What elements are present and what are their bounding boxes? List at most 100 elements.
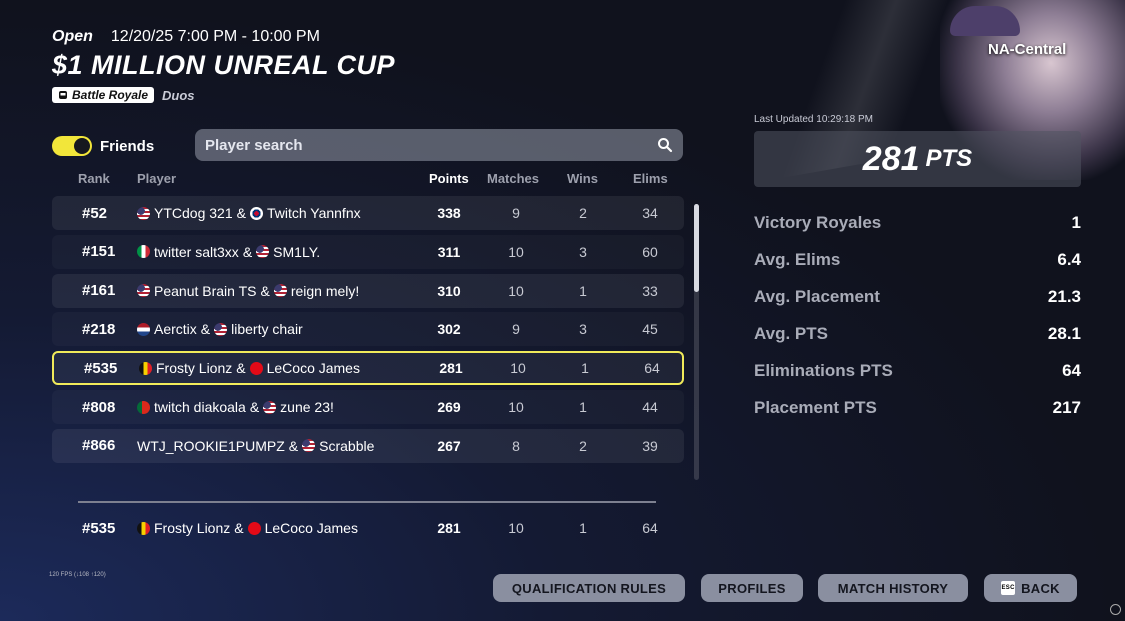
team-type: Duos [162, 87, 195, 103]
points-unit: PTS [925, 145, 973, 172]
player-2-name: liberty chair [231, 321, 303, 338]
last-updated: Last Updated 10:29:18 PM [754, 114, 873, 125]
friends-toggle[interactable] [52, 136, 92, 156]
netherlands-flag-icon [137, 322, 150, 336]
points: 310 [437, 282, 461, 299]
separator: & [242, 243, 253, 260]
elims: 60 [642, 243, 658, 260]
usa-flag-icon [137, 284, 150, 298]
separator: & [236, 205, 246, 221]
player-1-name: Peanut Brain TS [154, 282, 257, 299]
elims: 64 [642, 520, 658, 536]
player-1-name: YTCdog 321 [154, 205, 233, 221]
south-korea-flag-icon [249, 206, 263, 220]
table-row[interactable]: #52 YTCdog 321 & Twitch Yannfnx 338 9 2 34 [52, 196, 684, 230]
fps-counter: 120 FPS (↓108 ↑120) [49, 572, 106, 578]
profiles-button[interactable]: PROFILES [701, 574, 803, 602]
team-players: WTJ_ROOKIE1PUMPZ & Scrabble [137, 429, 374, 463]
friends-label: Friends [100, 137, 155, 155]
stat-label: Avg. Elims [754, 250, 841, 269]
separator: & [249, 399, 260, 415]
search-placeholder: Player search [205, 136, 303, 154]
table-row[interactable]: #808 twitch diakoala & zune 23! 269 10 1 44 [52, 390, 684, 424]
player-2-name: LeCoco James [264, 520, 358, 536]
player-1-name: twitter salt3xx [154, 243, 239, 260]
turkey-flag-icon [247, 521, 261, 535]
region-label: NA-Central [988, 41, 1067, 58]
separator: & [234, 520, 244, 536]
tournament-title: $1 MILLION UNREAL CUP [52, 50, 396, 80]
wins: 2 [579, 437, 587, 454]
avatar-cap [950, 6, 1020, 36]
usa-flag-icon [137, 206, 150, 220]
points: 269 [437, 399, 461, 415]
stat-value: 64 [1062, 361, 1081, 380]
mode-tag-label: Battle Royale [72, 88, 149, 102]
wins: 2 [579, 205, 587, 221]
stat-label: Victory Royales [754, 213, 882, 232]
bus-icon [59, 90, 67, 99]
stat-value: 1 [1071, 213, 1081, 232]
team-players: YTCdog 321 & Twitch Yannfnx [137, 196, 361, 230]
table-row[interactable]: #161 Peanut Brain TS & reign mely! 310 10 1 33 [52, 273, 684, 308]
scrollbar-thumb[interactable] [694, 204, 699, 292]
player-search-input[interactable]: Player search [195, 129, 683, 161]
rank: #161 [82, 282, 116, 300]
stat-placement-pts: Placement PTS 217 [754, 398, 1081, 418]
table-row[interactable]: #218 Aerctix & liberty chair 302 9 3 45 [52, 312, 684, 346]
matches: 10 [508, 243, 524, 260]
esc-key-icon: ESC [1001, 581, 1016, 595]
player-2-name: Scrabble [319, 437, 375, 454]
belgium-flag-icon [139, 361, 152, 375]
elims: 33 [642, 282, 658, 299]
elims: 39 [642, 437, 658, 454]
team-players: twitch diakoala & zune 23! [137, 390, 334, 424]
back-button[interactable]: ESC BACK [984, 574, 1077, 602]
total-points: 281 [862, 139, 920, 178]
usa-flag-icon [302, 439, 316, 453]
stat-victory-royales: Victory Royales 1 [754, 213, 1081, 233]
wins: 3 [579, 321, 587, 338]
table-row[interactable]: #535 Frosty Lionz & LeCoco James 281 10 1 64 [52, 351, 684, 386]
player-1-name: Frosty Lionz [154, 520, 231, 536]
profiles-label: PROFILES [718, 580, 786, 596]
rank: #52 [82, 204, 108, 222]
player-1-name: Frosty Lionz [156, 360, 233, 377]
leaderboard-scrollbar[interactable] [694, 204, 699, 480]
match-history-button[interactable]: MATCH HISTORY [818, 574, 968, 602]
usa-flag-icon [256, 245, 270, 259]
divider [78, 501, 656, 503]
qualification-rules-button[interactable]: QUALIFICATION RULES [493, 574, 685, 602]
separator: & [288, 437, 299, 454]
separator: & [236, 360, 246, 377]
my-team-row[interactable]: #535 Frosty Lionz & LeCoco James 281 10 … [52, 511, 684, 545]
team-players: Peanut Brain TS & reign mely! [137, 274, 359, 308]
search-icon[interactable] [657, 137, 673, 153]
mode-tag: Battle Royale [52, 87, 155, 103]
match-history-label: MATCH HISTORY [837, 580, 949, 596]
player-2-name: zune 23! [280, 399, 334, 415]
player-1-name: Aerctix [154, 321, 197, 338]
stat-avg-elims: Avg. Elims 6.4 [754, 250, 1081, 270]
separator: & [260, 282, 270, 299]
stat-avg-pts: Avg. PTS 28.1 [754, 324, 1081, 344]
settings-icon [1110, 604, 1121, 615]
team-players: twitter salt3xx & SM1LY. [137, 235, 320, 269]
player-2-name: Twitch Yannfnx [266, 205, 361, 221]
table-row[interactable]: #151 twitter salt3xx & SM1LY. 311 10 3 60 [52, 235, 684, 269]
points: 311 [437, 243, 461, 260]
friends-filter[interactable]: Friends [52, 136, 154, 156]
stat-avg-placement: Avg. Placement 21.3 [754, 287, 1081, 307]
player-2-name: reign mely! [290, 282, 360, 299]
belgium-flag-icon [137, 521, 150, 535]
player-1-name: twitch diakoala [154, 399, 246, 415]
rank: #535 [84, 359, 118, 377]
tournament-status: Open [52, 28, 93, 45]
separator: & [200, 321, 211, 338]
wins: 1 [581, 360, 589, 377]
leaderboard-list[interactable]: #52 YTCdog 321 & Twitch Yannfnx 338 9 2 34 #151 t… [52, 184, 684, 484]
elims: 64 [644, 360, 660, 377]
tournament-header: Open 12/20/25 7:00 PM - 10:00 PM $1 MILL… [52, 28, 395, 103]
team-players: Frosty Lionz & LeCoco James [137, 511, 358, 545]
table-row[interactable]: #866 WTJ_ROOKIE1PUMPZ & Scrabble 267 8 2 39 [52, 428, 684, 463]
